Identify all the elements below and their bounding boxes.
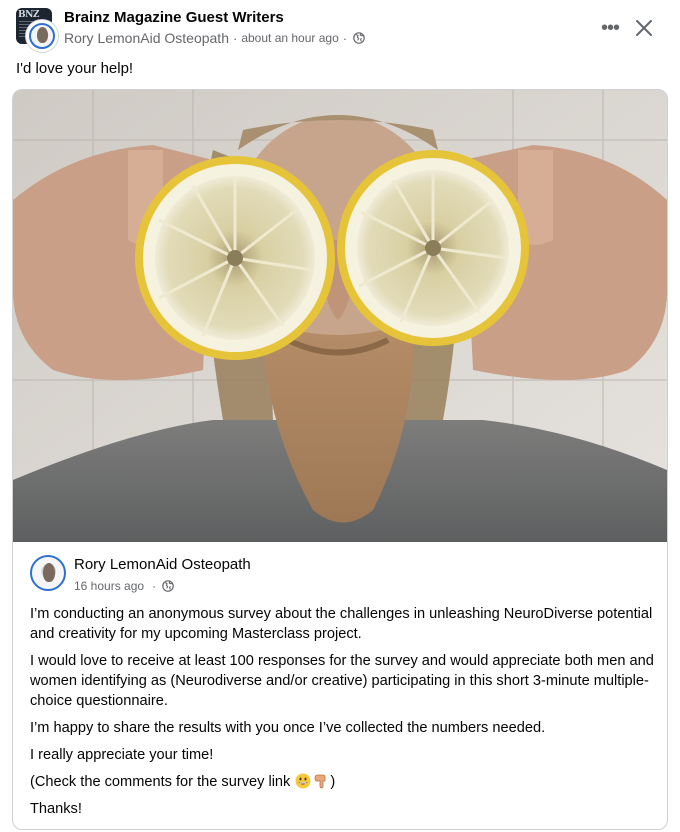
post-header: BNZ Brainz Magazine Guest Writers Rory L… (16, 8, 664, 52)
comments-text-end: ) (330, 774, 336, 790)
shared-post-timestamp[interactable]: 16 hours ago (74, 579, 144, 593)
backhand-index-pointing-down-icon (315, 774, 326, 789)
post-paragraph: I really appreciate your time! (30, 747, 214, 763)
comments-text: (Check the comments for the survey link (30, 774, 295, 790)
post-timestamp[interactable]: about an hour ago (241, 31, 338, 45)
post-meta: Rory LemonAid Osteopath · about an hour … (64, 30, 365, 46)
post-paragraph: I’m conducting an anonymous survey about… (30, 606, 653, 642)
avatar-face (43, 563, 55, 582)
post-paragraph-comments: (Check the comments for the survey link … (30, 772, 655, 792)
author-avatar[interactable] (26, 20, 58, 52)
shared-post-card[interactable]: Rory LemonAid Osteopath 16 hours ago · I… (12, 89, 668, 830)
meta-separator: · (152, 579, 157, 593)
post-paragraph: I would love to receive at least 100 res… (30, 653, 654, 709)
meta-separator: · (232, 30, 238, 46)
post-message: I'd love your help! (16, 60, 134, 77)
shared-post-text: I’m conducting an anonymous survey about… (30, 604, 655, 826)
globe-icon[interactable] (353, 32, 365, 44)
close-icon[interactable] (630, 14, 658, 42)
shared-post-meta: 16 hours ago · (74, 579, 174, 593)
lemon-portrait-image (13, 90, 667, 542)
shared-author-name-link[interactable]: Rory LemonAid Osteopath (74, 556, 251, 573)
shared-author-avatar[interactable] (30, 555, 66, 591)
post-paragraph-thanks: Thanks! (30, 801, 82, 817)
shared-post-body: Rory LemonAid Osteopath 16 hours ago · I… (13, 542, 667, 829)
grinning-face-emoji-icon (295, 773, 311, 789)
group-name-link[interactable]: Brainz Magazine Guest Writers (64, 9, 284, 26)
author-name-link[interactable]: Rory LemonAid Osteopath (64, 30, 229, 46)
post-paragraph: I’m happy to share the results with you … (30, 720, 546, 736)
more-options-icon[interactable]: ••• (596, 14, 624, 42)
globe-icon[interactable] (162, 580, 174, 592)
group-logo-text: BNZ (18, 10, 39, 20)
avatar-face (37, 27, 48, 43)
meta-separator: · (342, 30, 348, 46)
shared-post-photo[interactable] (13, 90, 667, 542)
